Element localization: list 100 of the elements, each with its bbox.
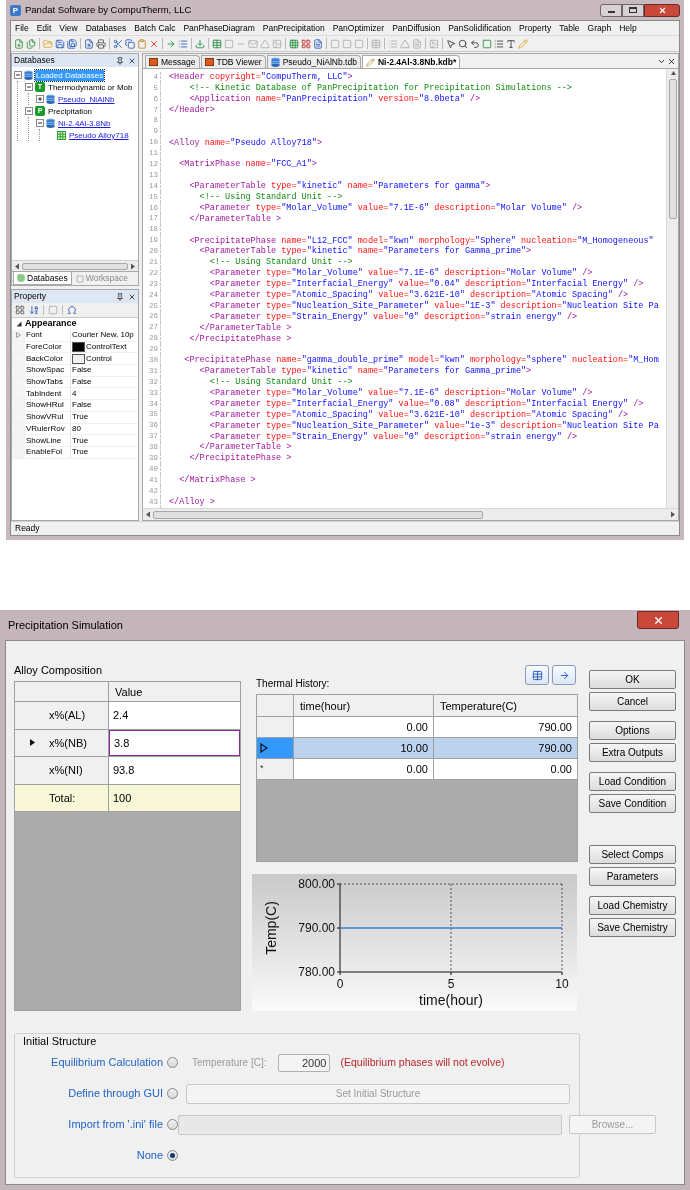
pointer-icon[interactable] <box>446 38 456 49</box>
grid-icon[interactable] <box>289 38 299 49</box>
tree-link[interactable]: Ni-2.4Al-3.8Nb <box>57 117 112 129</box>
maximize-button[interactable] <box>622 3 644 17</box>
search-icon[interactable] <box>458 38 468 49</box>
menu-item[interactable]: Batch Calc <box>134 21 176 35</box>
table-cell[interactable]: 3.8 <box>109 729 240 756</box>
sort-az-icon[interactable] <box>29 305 39 315</box>
close-icon[interactable] <box>667 57 676 66</box>
tree-item[interactable]: Thermodynamic or Mob <box>47 81 134 93</box>
button[interactable]: Options <box>589 721 676 740</box>
image-icon[interactable] <box>272 38 282 49</box>
button[interactable]: Extra Outputs <box>589 743 676 762</box>
insert-row-button[interactable] <box>525 665 549 685</box>
button[interactable]: Save Condition <box>589 794 676 813</box>
button[interactable]: Load Chemistry <box>589 896 676 915</box>
row-header[interactable]: * <box>257 759 294 779</box>
menu-item[interactable]: PanPrecipitation <box>262 21 325 35</box>
scroll-thumb[interactable] <box>22 262 128 270</box>
list-icon[interactable] <box>494 38 504 49</box>
tree-item[interactable]: Precipitation <box>47 105 94 117</box>
save-icon[interactable] <box>55 38 65 49</box>
x-icon[interactable] <box>149 38 159 49</box>
table-icon[interactable] <box>212 38 222 49</box>
table-cell[interactable]: 790.00 <box>434 738 577 758</box>
row-header[interactable] <box>257 738 294 758</box>
download-icon[interactable] <box>195 38 205 49</box>
row-header[interactable] <box>257 717 294 737</box>
export-row-button[interactable] <box>552 665 576 685</box>
menu-item[interactable]: View <box>59 21 78 35</box>
menu-item[interactable]: PanPhaseDiagram <box>183 21 255 35</box>
menu-item[interactable]: File <box>15 21 29 35</box>
button[interactable]: Cancel <box>589 692 676 711</box>
radio-button[interactable] <box>167 1150 178 1161</box>
table-cell[interactable]: 0.00 <box>434 759 577 779</box>
menu-item[interactable]: Graph <box>587 21 612 35</box>
document-tab[interactable]: Ni-2.4Al-3.8Nb.kdb* <box>361 55 461 68</box>
table-cell[interactable]: 100 <box>109 784 240 811</box>
table-cell[interactable]: 2.4 <box>109 702 240 729</box>
tree-link[interactable]: Pseudo_NiAlNb <box>57 93 116 105</box>
dropdown-icon[interactable] <box>657 57 666 66</box>
layout-grid-icon[interactable] <box>301 38 311 49</box>
scroll-thumb[interactable] <box>153 510 483 519</box>
arrow-right-icon[interactable] <box>166 38 176 49</box>
button[interactable]: Save Chemistry <box>589 918 676 937</box>
file-text-icon[interactable] <box>313 38 323 49</box>
pin-icon[interactable] <box>116 292 124 301</box>
collapse-arrow[interactable] <box>15 321 22 327</box>
scroll-left-icon[interactable] <box>145 511 151 518</box>
pin-icon[interactable] <box>116 56 124 65</box>
scroll-right-icon[interactable] <box>130 262 136 270</box>
vertical-scrollbar[interactable] <box>666 69 678 508</box>
square-icon[interactable] <box>482 38 492 49</box>
document-tab[interactable]: TDB Viewer <box>200 55 266 68</box>
text-icon[interactable] <box>506 38 516 49</box>
scroll-thumb[interactable] <box>668 79 677 219</box>
table-cell[interactable]: 790.00 <box>434 717 577 737</box>
menu-item[interactable]: Property <box>519 21 552 35</box>
close-icon[interactable] <box>128 292 136 301</box>
list-icon[interactable] <box>178 38 188 49</box>
menu-item[interactable]: PanOptimizer <box>332 21 385 35</box>
close-button[interactable] <box>644 3 680 17</box>
scroll-right-icon[interactable] <box>670 511 676 518</box>
close-icon[interactable] <box>128 56 136 65</box>
save-all-icon[interactable] <box>67 38 77 49</box>
minimize-button[interactable] <box>600 3 622 17</box>
image-icon[interactable] <box>429 38 439 49</box>
menu-item[interactable]: PanSolidification <box>448 21 512 35</box>
close-button[interactable] <box>637 611 679 629</box>
collapse-toggle[interactable] <box>36 119 44 127</box>
expand-arrow[interactable] <box>16 332 21 339</box>
button[interactable]: Load Condition <box>589 772 676 791</box>
copy-icon[interactable] <box>125 38 135 49</box>
collapse-toggle[interactable] <box>14 71 22 79</box>
undo-icon[interactable] <box>470 38 480 49</box>
table-icon[interactable] <box>371 38 381 49</box>
scissors-icon[interactable] <box>113 38 123 49</box>
menu-item[interactable]: Databases <box>85 21 127 35</box>
document-tab[interactable]: Message <box>145 55 200 68</box>
button[interactable]: Parameters <box>589 867 676 886</box>
menu-item[interactable]: Help <box>619 21 637 35</box>
scroll-left-icon[interactable] <box>14 262 20 270</box>
document-tab[interactable]: Pseudo_NiAlNb.tdb <box>266 55 361 68</box>
categorized-icon[interactable] <box>15 305 25 315</box>
table-cell[interactable]: 0.00 <box>294 717 434 737</box>
table-cell[interactable]: 0.00 <box>294 759 434 779</box>
file-plus-icon[interactable] <box>14 38 24 49</box>
clipboard-icon[interactable] <box>137 38 147 49</box>
button[interactable]: Select Comps <box>589 845 676 864</box>
printer-icon[interactable] <box>96 38 106 49</box>
file-search-icon[interactable] <box>84 38 94 49</box>
collapse-toggle[interactable] <box>25 107 33 115</box>
button[interactable]: OK <box>589 670 676 689</box>
collapse-toggle[interactable] <box>25 83 33 91</box>
horizontal-scrollbar[interactable] <box>12 260 138 271</box>
menu-item[interactable]: Table <box>559 21 580 35</box>
menu-item[interactable]: Edit <box>36 21 52 35</box>
files-icon[interactable] <box>26 38 36 49</box>
tab[interactable]: Databases <box>13 272 72 285</box>
horizontal-scrollbar[interactable] <box>143 508 678 520</box>
